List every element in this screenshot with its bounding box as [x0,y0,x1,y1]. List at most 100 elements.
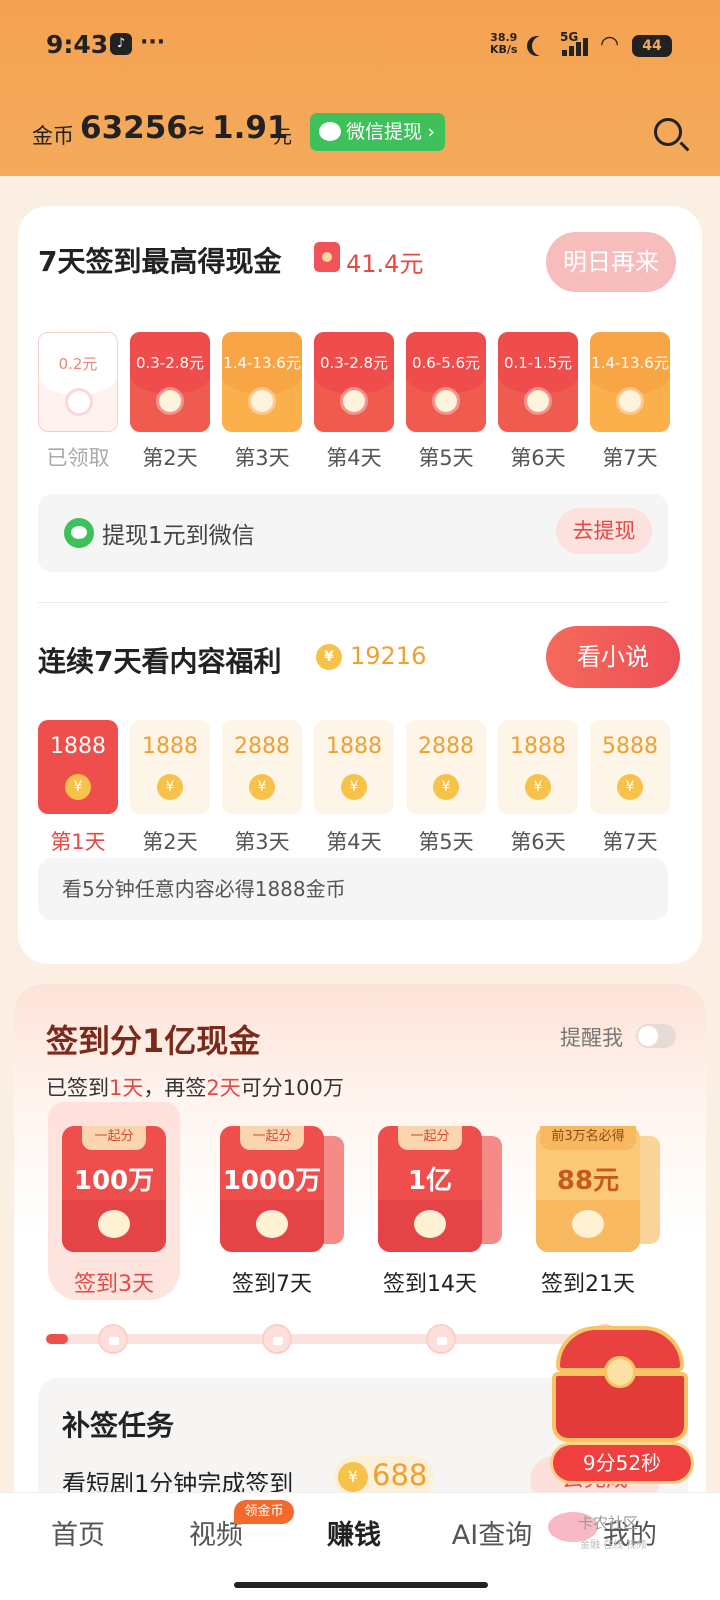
nav-ai-query[interactable]: AI查询 [432,1513,552,1552]
gold-coin-icon: ¥ [316,644,342,670]
big-checkin-title: 签到分1亿现金 [46,1022,261,1060]
home-indicator[interactable] [234,1582,488,1588]
checkin-day-6[interactable]: 0.1-1.5元 [498,332,578,432]
checkin-day-4[interactable]: 0.3-2.8元 [314,332,394,432]
gold-coin-icon: ¥ [617,774,643,800]
go-withdraw-button[interactable]: 去提现 [556,508,652,554]
lock-icon [426,1324,456,1354]
prize-amount: 1000万 [222,1166,322,1196]
checkin-max-amount: 41.4元 [346,250,424,278]
envelope-seal-icon [414,1210,446,1238]
gold-coin-icon: ¥ [525,774,551,800]
checkin-day-label: 第3天 [234,446,290,470]
wechat-icon [64,518,94,548]
prize-envelope-3[interactable]: 一起分 1亿 [378,1126,482,1252]
watermark-text: 卡农社区 [578,1514,639,1532]
chevron-right-icon: › [427,121,435,143]
wechat-withdraw-button[interactable]: 微信提现 › [310,113,445,151]
nav-badge: 领金币 [234,1500,294,1524]
nav-earn[interactable]: 赚钱 [294,1513,414,1552]
checkin-day-2[interactable]: 0.3-2.8元 [130,332,210,432]
watch-day-label: 第1天 [50,830,106,854]
checkin-day-amount: 1.4-13.6元 [591,354,669,372]
wechat-withdraw-label: 微信提现 [346,121,423,143]
checkin-day-label: 已领取 [46,446,110,470]
prize-day-label: 签到14天 [383,1272,477,1297]
checkin-day-amount: 1.4-13.6元 [223,354,301,372]
checkin-day-3[interactable]: 1.4-13.6元 [222,332,302,432]
watch-day-5[interactable]: 2888 ¥ [406,720,486,814]
envelope-seal-icon [435,390,457,412]
progress-track [46,1334,606,1344]
red-packet-icon [314,242,340,272]
checkin-title: 7天签到最高得现金 [38,245,282,278]
prize-envelope-4[interactable]: 前3万名必得 88元 [536,1126,640,1252]
watch-day-label: 第5天 [418,830,474,854]
checkin-day-label: 第6天 [510,446,566,470]
coin-summary: 金币 63256 ≈ 1.91 元 微信提现 › [0,110,720,156]
nav-home[interactable]: 首页 [18,1513,138,1552]
more-dots-icon: ··· [140,30,166,55]
watch-day-coins: 2888 [234,734,290,759]
status-bar: 9:43 ♪ ··· 38.9 KB/s 5G ◠ 44 [0,0,720,92]
checkin-day-7[interactable]: 1.4-13.6元 [590,332,670,432]
treasure-chest-icon[interactable] [552,1326,692,1444]
watch-day-6[interactable]: 1888 ¥ [498,720,578,814]
gold-coin-icon: ¥ [433,774,459,800]
watch-hint: 看5分钟任意内容必得1888金币 [38,858,668,920]
watch-day-3[interactable]: 2888 ¥ [222,720,302,814]
checkin-day-amount: 0.2元 [58,355,98,373]
checkin-day-label: 第2天 [142,446,198,470]
prize-tag: 一起分 [398,1126,462,1150]
makeup-title: 补签任务 [62,1409,175,1442]
divider [38,602,668,603]
watch-day-1[interactable]: 1888 ¥ [38,720,118,814]
battery-icon: 44 [632,35,672,57]
watch-title: 连续7天看内容福利 [38,645,282,678]
prize-tag: 一起分 [82,1126,146,1150]
coin-label: 金币 [32,124,74,148]
watch-day-label: 第4天 [326,830,382,854]
gold-coin-icon: ¥ [157,774,183,800]
prize-envelope-2[interactable]: 一起分 1000万 [220,1126,324,1252]
search-icon[interactable] [654,118,682,146]
watch-day-coins: 2888 [418,734,474,759]
prize-amount: 100万 [73,1166,155,1196]
top-header: 9:43 ♪ ··· 38.9 KB/s 5G ◠ 44 金币 63256 ≈ 1… [0,0,720,176]
prize-tag: 前3万名必得 [540,1126,636,1150]
watch-total-coins: 19216 [350,642,427,670]
envelope-seal-icon [68,391,90,413]
coin-balance: 63256 [80,110,188,146]
remind-label: 提醒我 [560,1026,623,1050]
watch-day-label: 第7天 [602,830,658,854]
watch-day-4[interactable]: 1888 ¥ [314,720,394,814]
checkin-day-amount: 0.3-2.8元 [135,354,205,372]
signal-icon [562,36,590,56]
makeup-coins: 688 [372,1458,428,1492]
watch-day-label: 第3天 [234,830,290,854]
checkin-day-amount: 0.1-1.5元 [503,354,573,372]
remind-toggle[interactable] [636,1024,676,1048]
watch-day-label: 第2天 [142,830,198,854]
envelope-seal-icon [572,1210,604,1238]
checkin-day-1[interactable]: 0.2元 [38,332,118,432]
envelope-seal-icon [251,390,273,412]
big-checkin-subtitle: 已签到1天，再签2天可分100万 [46,1076,344,1100]
envelope-seal-icon [619,390,641,412]
watch-day-coins: 1888 [142,734,198,759]
come-back-tomorrow-button[interactable]: 明日再来 [546,232,676,292]
prize-envelope-1[interactable]: 一起分 100万 [62,1126,166,1252]
dnd-moon-icon [532,36,552,56]
chest-countdown[interactable]: 9分52秒 [550,1442,694,1484]
read-novel-button[interactable]: 看小说 [546,626,680,688]
watch-day-7[interactable]: 5888 ¥ [590,720,670,814]
envelope-seal-icon [343,390,365,412]
wifi-icon: ◠ [600,32,620,57]
checkin-day-5[interactable]: 0.6-5.6元 [406,332,486,432]
watch-day-coins: 1888 [50,734,106,759]
prize-day-label: 签到3天 [74,1272,154,1297]
network-speed: 38.9 KB/s [490,31,518,56]
wechat-icon [319,122,341,141]
envelope-seal-icon [527,390,549,412]
watch-day-2[interactable]: 1888 ¥ [130,720,210,814]
